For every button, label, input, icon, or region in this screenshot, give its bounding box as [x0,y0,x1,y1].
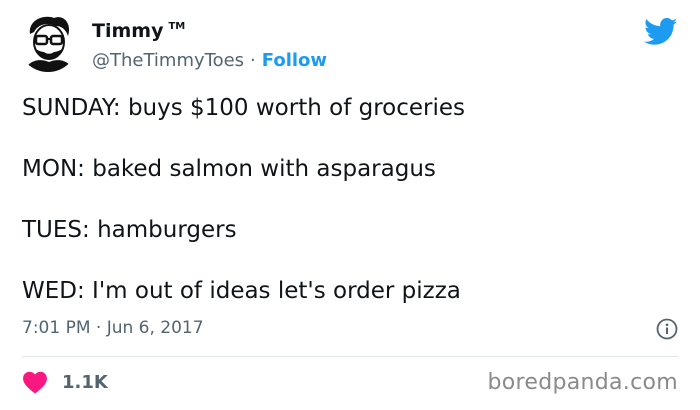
avatar[interactable] [18,12,78,72]
separator-dot: · [250,50,256,71]
author-display-name[interactable]: Timmy [92,20,163,42]
tweet-line: WED: I'm out of ideas let's order pizza [22,278,461,304]
follow-button[interactable]: Follow [262,50,327,71]
like-count: 1.1K [62,371,108,393]
divider [22,356,678,357]
info-icon[interactable] [656,318,678,340]
author-handle-row: @TheTimmyToes · Follow [92,50,327,71]
tweet-timestamp[interactable]: 7:01 PM · Jun 6, 2017 [22,318,204,338]
author-handle[interactable]: @TheTimmyToes [92,50,244,71]
trademark-symbol: TM [168,21,186,32]
tweet-card: Timmy TM @TheTimmyToes · Follow SUNDAY: bu… [0,0,700,410]
tweet-line: SUNDAY: buys $100 worth of groceries [22,95,465,121]
heart-icon[interactable] [22,370,48,394]
tweet-line: MON: baked salmon with asparagus [22,156,436,182]
avatar-illustration [18,12,78,72]
like-action[interactable]: 1.1K [22,370,108,394]
twitter-bird-icon[interactable] [644,18,678,46]
tweet-body: SUNDAY: buys $100 worth of groceries MON… [22,92,682,336]
tweet-line: TUES: hamburgers [22,217,237,243]
watermark: boredpanda.com [487,370,678,395]
author-name-row: Timmy TM [92,20,185,42]
